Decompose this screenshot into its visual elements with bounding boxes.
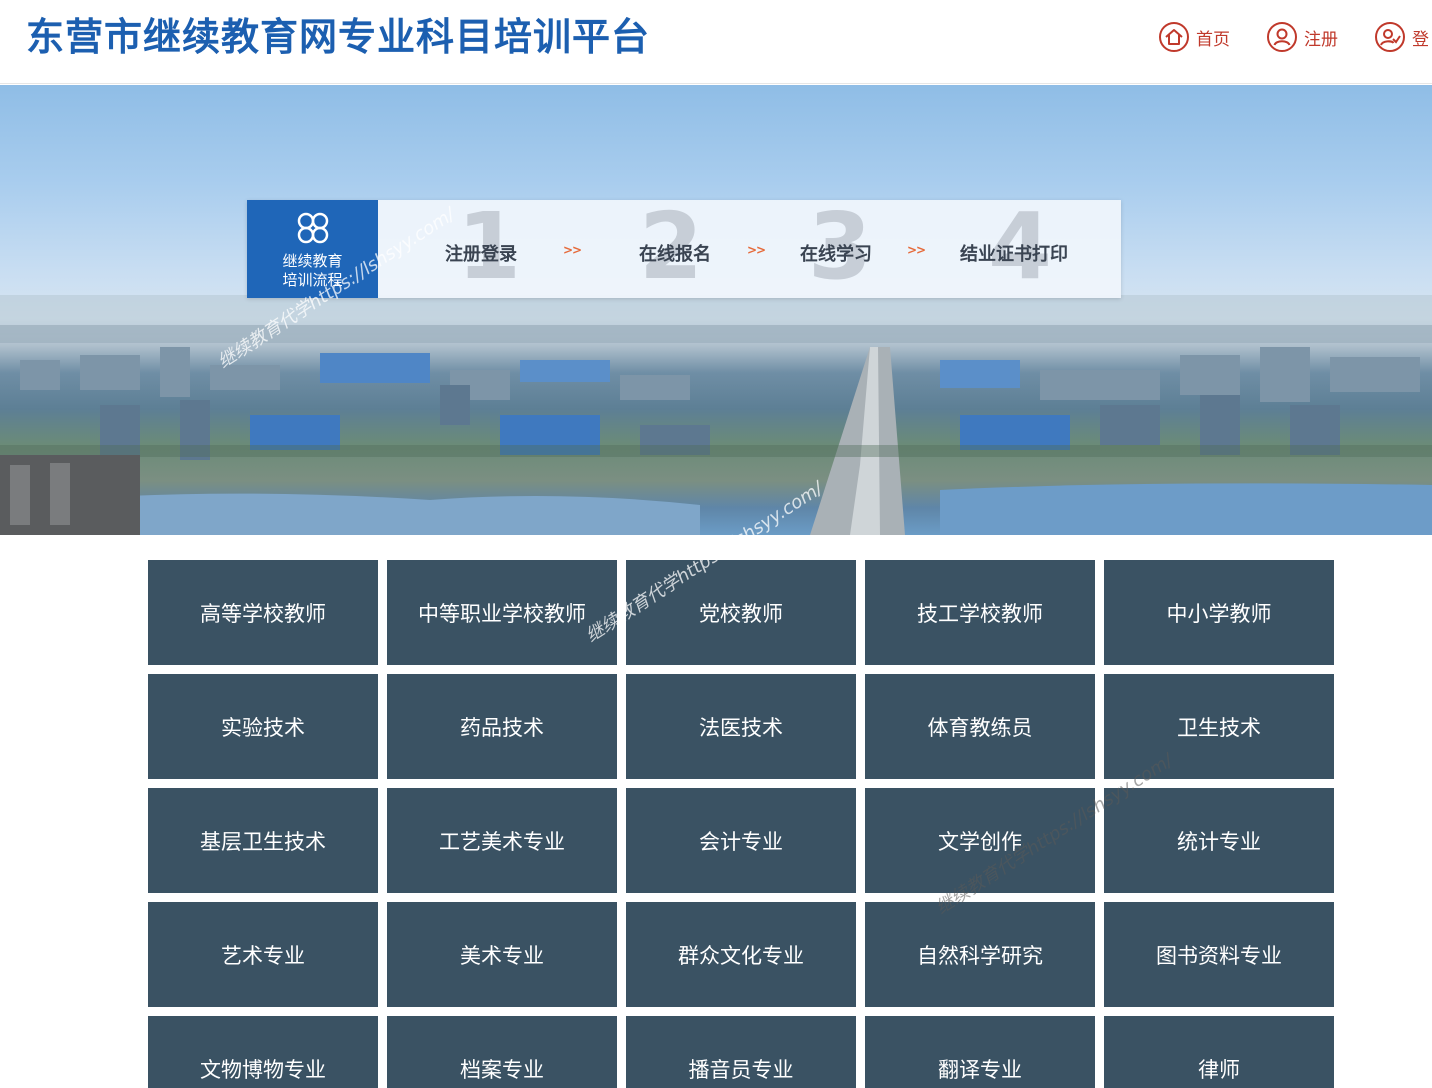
category-button[interactable]: 会计专业: [626, 788, 856, 893]
user-icon: [1267, 22, 1297, 52]
category-button[interactable]: 文学创作: [865, 788, 1095, 893]
step-label: 在线学习: [800, 244, 872, 265]
category-button[interactable]: 基层卫生技术: [148, 788, 378, 893]
category-button[interactable]: 工艺美术专业: [387, 788, 617, 893]
step-label: 注册登录: [445, 244, 517, 265]
category-button[interactable]: 播音员专业: [626, 1016, 856, 1088]
category-button[interactable]: 法医技术: [626, 674, 856, 779]
nav-register[interactable]: 注册: [1266, 20, 1338, 54]
category-button[interactable]: 卫生技术: [1104, 674, 1334, 779]
category-button[interactable]: 美术专业: [387, 902, 617, 1007]
category-button[interactable]: 实验技术: [148, 674, 378, 779]
category-button[interactable]: 体育教练员: [865, 674, 1095, 779]
badge-line1: 继续教育: [282, 252, 343, 270]
site-title[interactable]: 东营市继续教育网专业科目培训平台: [26, 6, 650, 61]
category-button[interactable]: 自然科学研究: [865, 902, 1095, 1007]
category-button[interactable]: 艺术专业: [148, 902, 378, 1007]
category-button[interactable]: 党校教师: [626, 560, 856, 665]
site-header: 东营市继续教育网专业科目培训平台 首页 注册 登: [0, 0, 1432, 84]
step-label: 结业证书打印: [960, 244, 1068, 265]
category-button[interactable]: 档案专业: [387, 1016, 617, 1088]
category-button[interactable]: 律师: [1104, 1016, 1334, 1088]
hero-banner: 继续教育 培训流程 1 注册登录 >> 2 在线报名 >> 3 在线学习 >> …: [0, 85, 1432, 535]
nav-home[interactable]: 首页: [1158, 20, 1230, 54]
step-arrow: >>: [563, 243, 582, 257]
process-badge: 继续教育 培训流程: [247, 200, 378, 298]
city-aerial-image: [0, 295, 1432, 535]
category-button[interactable]: 统计专业: [1104, 788, 1334, 893]
nav-home-label: 首页: [1196, 29, 1230, 50]
clover-icon: [297, 212, 328, 244]
nav-register-label: 注册: [1304, 29, 1338, 50]
step-label: 在线报名: [639, 244, 711, 265]
category-button[interactable]: 高等学校教师: [148, 560, 378, 665]
step-arrow: >>: [747, 243, 766, 257]
category-button[interactable]: 技工学校教师: [865, 560, 1095, 665]
step-arrow: >>: [907, 243, 926, 257]
training-process-bar: 继续教育 培训流程 1 注册登录 >> 2 在线报名 >> 3 在线学习 >> …: [247, 198, 1121, 298]
category-button[interactable]: 药品技术: [387, 674, 617, 779]
nav-login-label: 登: [1412, 29, 1429, 50]
top-nav: 首页 注册 登: [1158, 20, 1432, 54]
home-icon: [1159, 22, 1189, 52]
nav-login[interactable]: 登: [1374, 20, 1429, 54]
category-button[interactable]: 文物博物专业: [148, 1016, 378, 1088]
category-button[interactable]: 翻译专业: [865, 1016, 1095, 1088]
category-button[interactable]: 图书资料专业: [1104, 902, 1334, 1007]
badge-line2: 培训流程: [282, 271, 343, 289]
user-check-icon: [1375, 22, 1405, 52]
category-button[interactable]: 中等职业学校教师: [387, 560, 617, 665]
category-button[interactable]: 群众文化专业: [626, 902, 856, 1007]
category-button[interactable]: 中小学教师: [1104, 560, 1334, 665]
